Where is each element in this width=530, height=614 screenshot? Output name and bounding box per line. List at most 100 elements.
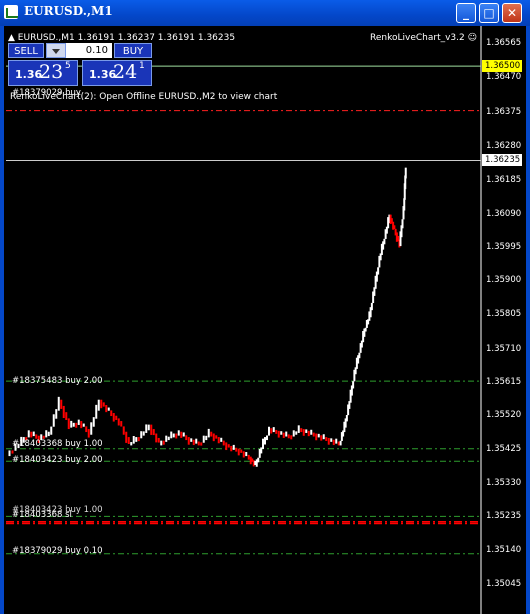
order-label: #18375483 buy 2.00 bbox=[12, 376, 103, 386]
lot-size-input[interactable]: 0.10 bbox=[66, 43, 112, 58]
candle bbox=[30, 431, 33, 438]
candle bbox=[212, 433, 215, 442]
candle bbox=[312, 432, 315, 437]
maximize-button[interactable]: □ bbox=[479, 3, 499, 23]
chart-app-icon bbox=[4, 5, 18, 19]
candle bbox=[70, 420, 73, 428]
price-tick: 1.36090 bbox=[486, 209, 522, 219]
buy-price[interactable]: 1.36 24 1 bbox=[82, 60, 152, 86]
candle bbox=[270, 428, 273, 434]
price-tick: 1.35425 bbox=[486, 444, 522, 454]
candle bbox=[330, 438, 333, 442]
candle bbox=[268, 426, 270, 436]
candle bbox=[292, 430, 295, 437]
candle bbox=[97, 399, 100, 411]
price-tick: 1.36375 bbox=[486, 107, 522, 117]
candle bbox=[65, 412, 68, 420]
candle bbox=[197, 441, 200, 446]
price-tick: 1.36470 bbox=[486, 72, 522, 82]
candle bbox=[275, 429, 278, 434]
candle bbox=[115, 415, 118, 420]
candle bbox=[190, 438, 193, 442]
candle bbox=[317, 433, 320, 438]
candle bbox=[297, 425, 300, 433]
candle bbox=[180, 431, 183, 438]
sell-price[interactable]: 1.36 23 5 bbox=[8, 60, 78, 86]
candle bbox=[202, 435, 205, 443]
minimize-button[interactable]: _ bbox=[456, 3, 476, 23]
price-tick: 1.35235 bbox=[486, 511, 522, 521]
candle bbox=[155, 433, 158, 443]
candle bbox=[200, 442, 203, 446]
candle bbox=[150, 424, 153, 435]
price-tick: 1.36565 bbox=[486, 38, 522, 48]
candle bbox=[45, 430, 48, 438]
bid-price-box: 1.36235 bbox=[482, 154, 522, 166]
candle bbox=[165, 435, 168, 442]
candle bbox=[230, 445, 233, 452]
price-tick: 1.35900 bbox=[486, 275, 522, 285]
symbol-info: ▲ EURUSD.,M1 1.36191 1.36237 1.36191 1.3… bbox=[8, 33, 236, 43]
candle bbox=[225, 442, 228, 451]
candle bbox=[220, 437, 223, 442]
price-tick: 1.36185 bbox=[486, 175, 522, 185]
candle bbox=[358, 352, 361, 359]
candle bbox=[142, 431, 145, 436]
candle bbox=[222, 440, 225, 446]
candle bbox=[8, 450, 11, 457]
candle bbox=[364, 327, 367, 332]
candle bbox=[404, 167, 407, 179]
price-tick: 1.35330 bbox=[486, 478, 522, 488]
candle bbox=[264, 437, 266, 445]
candle bbox=[215, 435, 218, 439]
candle bbox=[227, 444, 230, 448]
lot-dropdown-icon[interactable] bbox=[46, 43, 66, 58]
window-title: EURUSD.,M1 bbox=[24, 4, 113, 18]
triangle-icon: ▲ bbox=[8, 33, 15, 43]
candle bbox=[140, 431, 143, 439]
candle bbox=[302, 429, 305, 436]
price-tick: 1.35520 bbox=[486, 410, 522, 420]
candle bbox=[137, 437, 140, 442]
close-button[interactable]: ✕ bbox=[502, 3, 522, 23]
candle bbox=[130, 442, 133, 446]
candle bbox=[195, 438, 198, 444]
candle bbox=[257, 457, 260, 463]
candle bbox=[167, 436, 170, 441]
candle bbox=[152, 429, 155, 436]
candle bbox=[160, 440, 163, 446]
candle bbox=[11, 450, 14, 454]
title-bar: EURUSD.,M1 _ □ ✕ bbox=[0, 0, 530, 26]
price-chart bbox=[6, 26, 482, 614]
candle bbox=[345, 415, 348, 422]
order-label: #18403423 buy 2.00 bbox=[12, 455, 103, 465]
candle bbox=[315, 433, 318, 441]
candle bbox=[370, 302, 373, 311]
candle bbox=[325, 437, 328, 441]
ask-price-box: 1.36500 bbox=[482, 60, 522, 72]
candle bbox=[120, 421, 123, 427]
candle bbox=[332, 439, 335, 446]
sell-button[interactable]: SELL bbox=[8, 43, 44, 58]
candle bbox=[260, 447, 263, 454]
candle bbox=[320, 435, 323, 441]
candle bbox=[300, 428, 303, 433]
price-tick: 1.35995 bbox=[486, 242, 522, 252]
candle bbox=[207, 428, 210, 438]
candle bbox=[172, 433, 175, 438]
price-tick: 1.36280 bbox=[486, 141, 522, 151]
candle bbox=[82, 423, 85, 427]
candle bbox=[287, 434, 290, 439]
candle bbox=[102, 402, 105, 407]
candle bbox=[175, 433, 178, 439]
candle bbox=[162, 440, 165, 445]
candle bbox=[127, 437, 130, 444]
candle bbox=[105, 405, 108, 413]
candle bbox=[60, 399, 63, 409]
candle bbox=[242, 451, 245, 458]
buy-button[interactable]: BUY bbox=[114, 43, 152, 58]
candle bbox=[50, 426, 53, 435]
candle bbox=[187, 437, 190, 445]
candle bbox=[107, 407, 110, 411]
order-label: #18403423 buy 1.00 bbox=[12, 505, 103, 515]
